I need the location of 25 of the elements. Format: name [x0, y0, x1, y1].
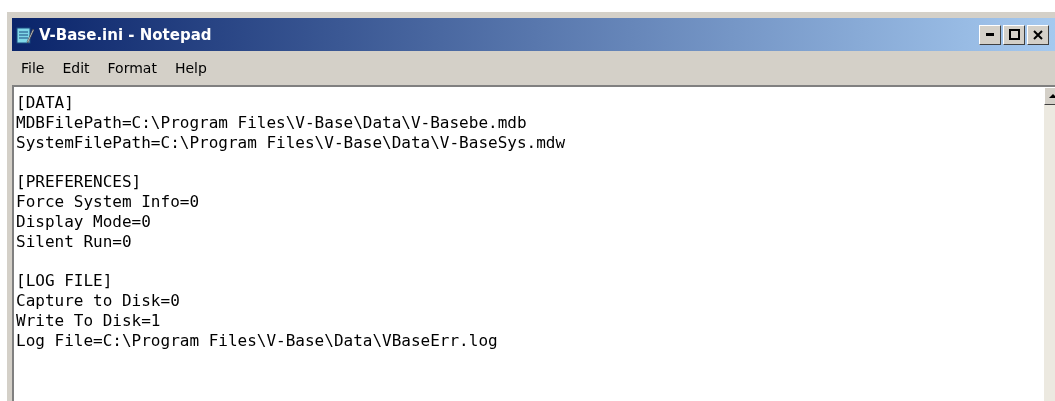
notepad-icon	[15, 24, 35, 45]
window-title: V-Base.ini - Notepad	[39, 25, 213, 44]
text-line: [LOG FILE]	[16, 271, 113, 291]
text-line: Silent Run=0	[16, 231, 132, 252]
minimize-button[interactable]	[979, 24, 1001, 45]
text-line: Capture to Disk=0	[16, 290, 180, 311]
menu-item[interactable]: Edit	[55, 58, 97, 78]
close-icon	[1033, 29, 1043, 40]
menu-item[interactable]: Help	[167, 58, 214, 78]
menu-item[interactable]: Format	[100, 58, 164, 78]
maximize-button[interactable]	[1003, 24, 1025, 45]
text-line: SystemFilePath=C:\Program Files\V-Base\Data\V-BaseSys.mdw	[16, 132, 566, 153]
text-line: [DATA]	[16, 93, 74, 113]
text-line: Display Mode=0	[16, 211, 151, 232]
text-line: Log File=C:\Program Files\V-Base\Data\VBaseErr.log	[16, 330, 498, 351]
text-line: Write To Disk=1	[16, 310, 161, 331]
up-arrow-icon	[1049, 94, 1055, 98]
text-editor[interactable]	[12, 87, 1055, 401]
text-line: [PREFERENCES]	[16, 172, 142, 192]
menu-item[interactable]: File	[14, 58, 52, 78]
maximize-icon	[1008, 29, 1020, 40]
text-line: MDBFilePath=C:\Program Files\V-Base\Data\V-Basebe.mdb	[16, 112, 527, 133]
minimize-icon	[986, 33, 994, 36]
close-button[interactable]	[1027, 24, 1049, 45]
text-line: Force System Info=0	[16, 192, 200, 212]
